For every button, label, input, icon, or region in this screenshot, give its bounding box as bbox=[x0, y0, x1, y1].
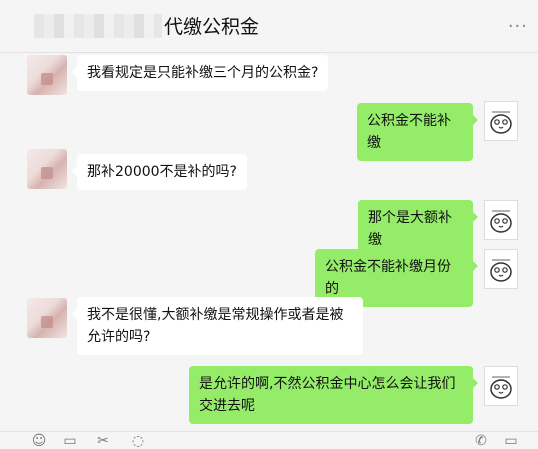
incoming-message-bubble: 我看规定是只能补缴三个月的公积金? bbox=[71, 55, 329, 91]
blurred-contact-name bbox=[34, 14, 162, 38]
chat-header: 代缴公积金 ··· bbox=[0, 0, 538, 53]
my-avatar[interactable] bbox=[484, 200, 518, 240]
input-toolbar: ☺ ▭ ✂ ◌ ✆ ▭ bbox=[0, 431, 538, 449]
my-avatar[interactable] bbox=[484, 366, 518, 406]
phone-icon[interactable]: ✆ bbox=[472, 434, 490, 448]
cartoon-avatar-icon bbox=[490, 210, 512, 233]
video-call-icon[interactable]: ▭ bbox=[502, 434, 520, 448]
cartoon-avatar-icon bbox=[490, 111, 512, 134]
cartoon-avatar-icon bbox=[490, 376, 512, 399]
outgoing-message-bubble: 是允许的啊,不然公积金中心怎么会让我们交进去呢 bbox=[189, 366, 478, 424]
folder-icon[interactable]: ▭ bbox=[61, 434, 79, 448]
incoming-message-bubble: 我不是很懂,大额补缴是常规操作或者是被允许的吗? bbox=[72, 297, 363, 355]
emoji-icon[interactable]: ☺ bbox=[30, 434, 48, 448]
message-list: 我看规定是只能补缴三个月的公积金? 公积金不能补缴 那补20000不是补的吗? … bbox=[0, 53, 538, 431]
incoming-message-bubble: 那补20000不是补的吗? bbox=[72, 154, 247, 190]
contact-avatar[interactable] bbox=[27, 149, 67, 189]
my-avatar[interactable] bbox=[484, 249, 518, 289]
outgoing-message-bubble: 公积金不能补缴 bbox=[357, 103, 478, 161]
ellipsis-icon[interactable]: ··· bbox=[508, 16, 528, 37]
contact-avatar[interactable] bbox=[27, 55, 67, 95]
my-avatar[interactable] bbox=[484, 101, 518, 141]
scissors-icon[interactable]: ✂ bbox=[94, 434, 112, 448]
cartoon-avatar-icon bbox=[490, 259, 512, 282]
chat-title: 代缴公积金 bbox=[164, 16, 260, 38]
chat-bubble-icon[interactable]: ◌ bbox=[129, 434, 147, 448]
contact-avatar[interactable] bbox=[27, 298, 67, 338]
